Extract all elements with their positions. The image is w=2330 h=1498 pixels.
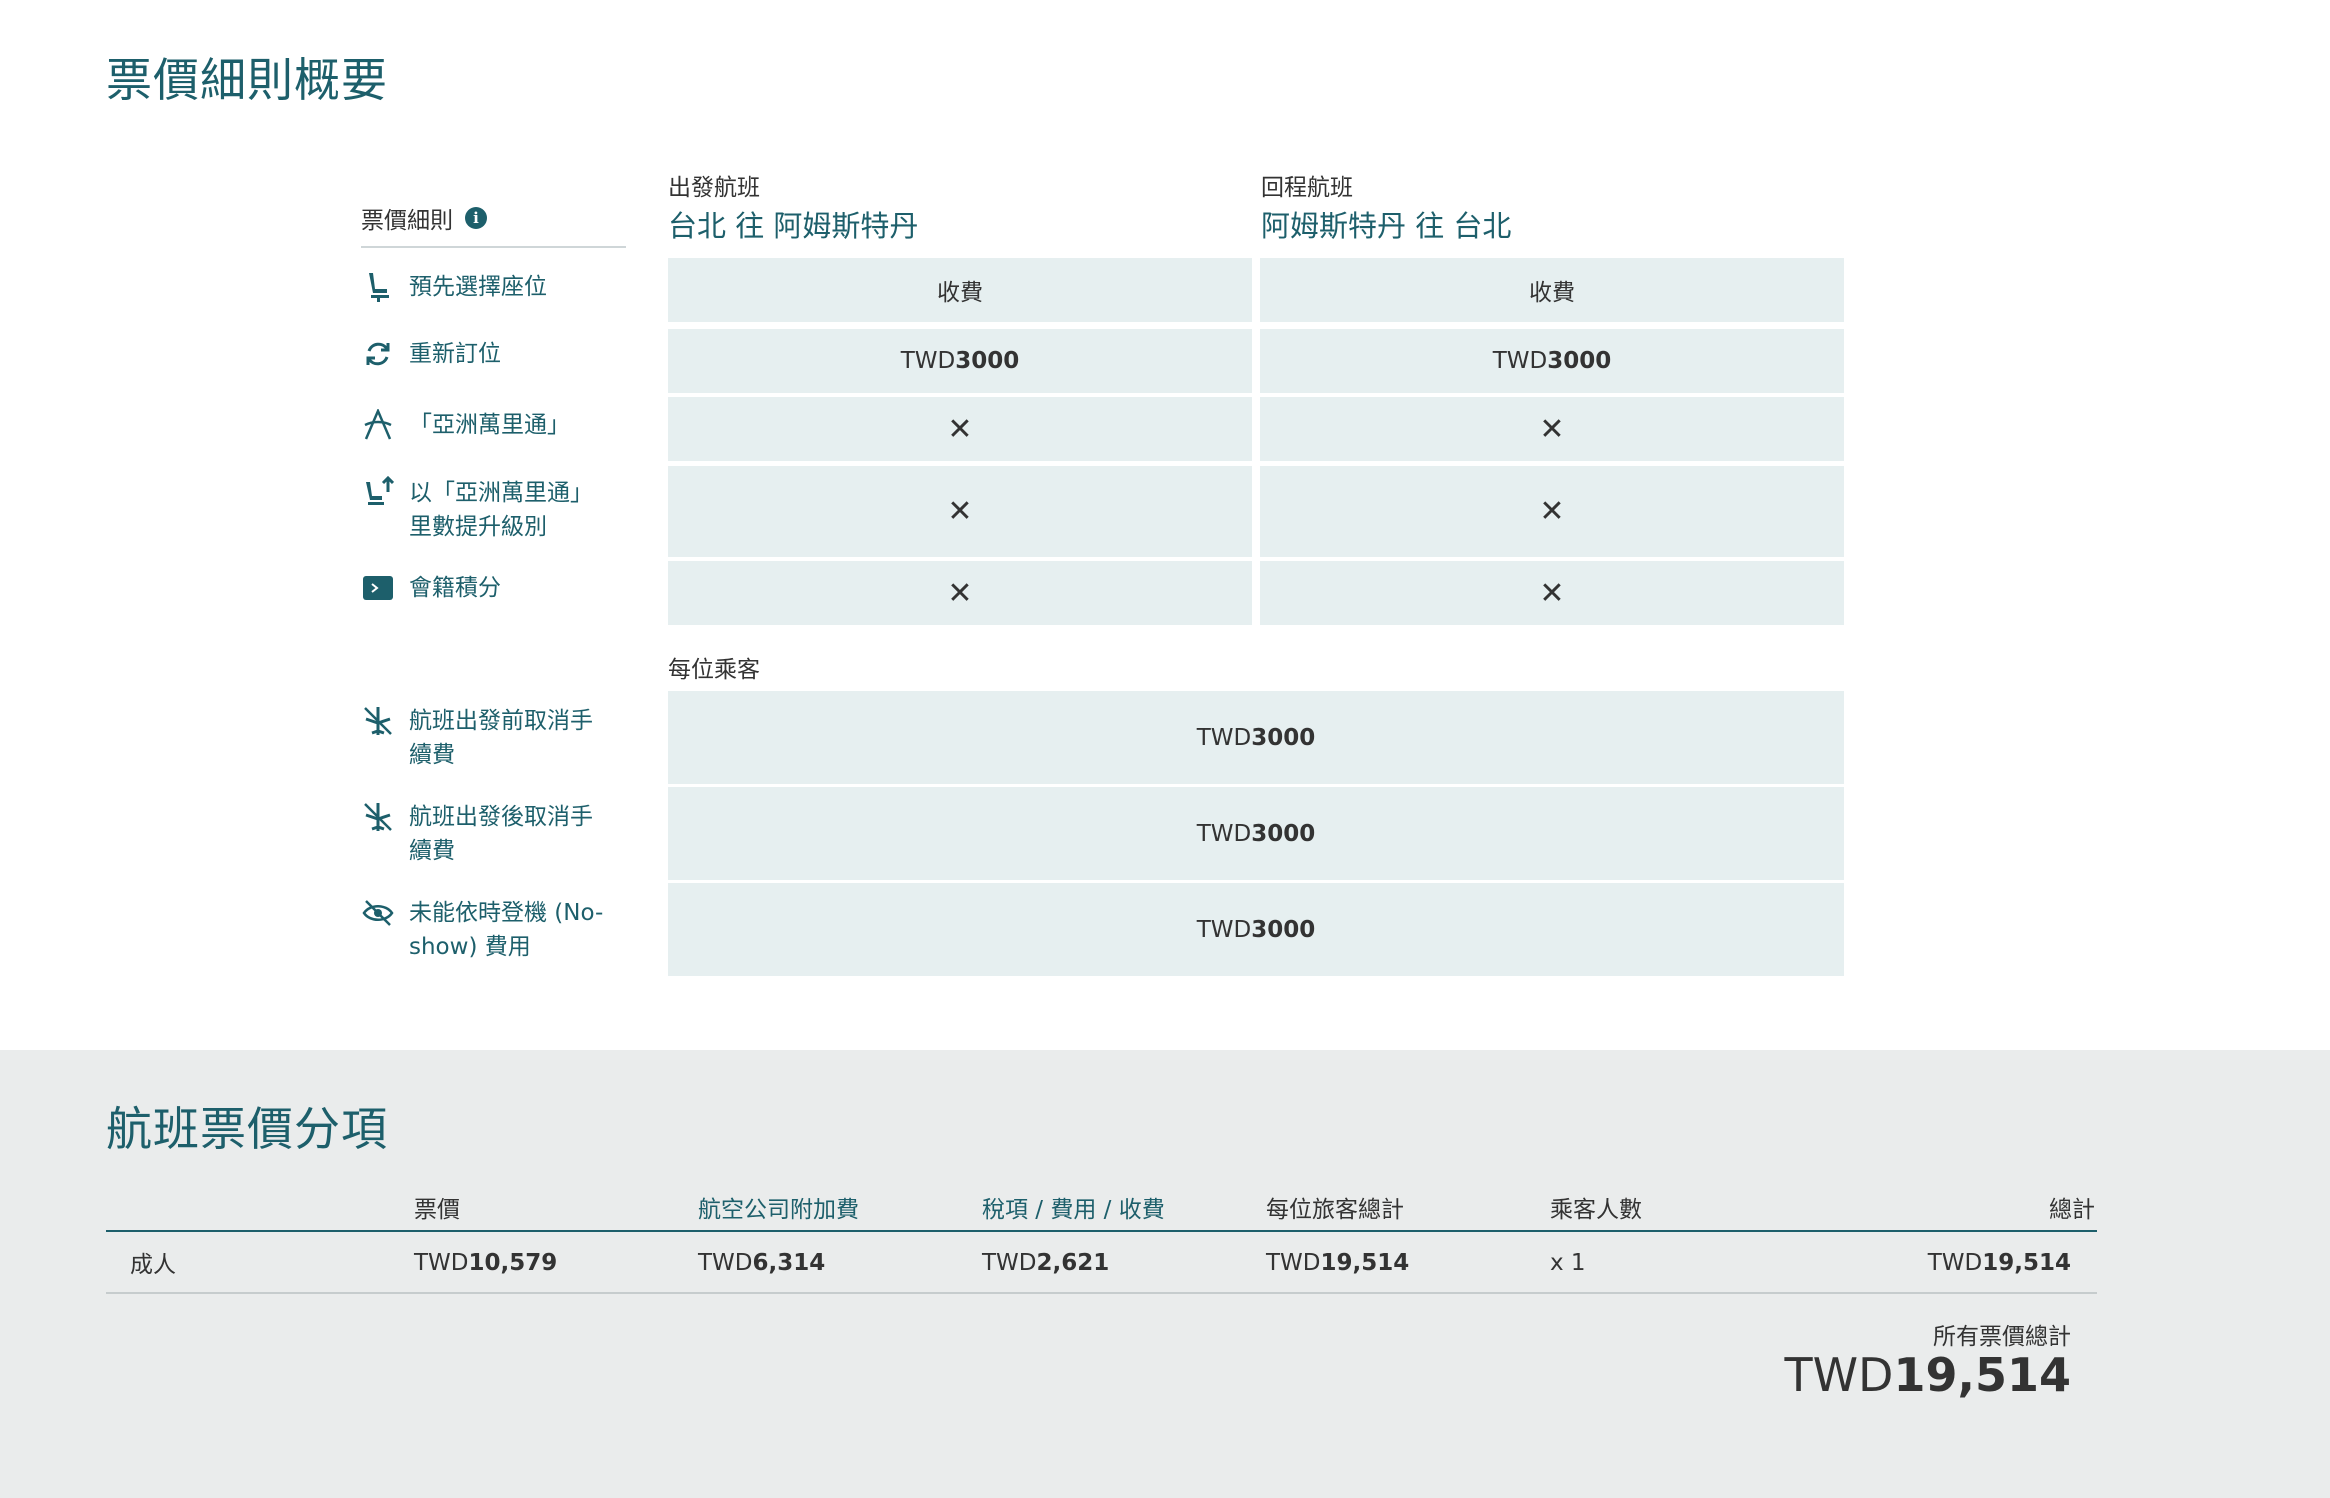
upgrade-seat-icon	[361, 476, 395, 510]
outbound-route: 台北 往 阿姆斯特丹	[668, 209, 919, 243]
fare-value: TWD10,579	[414, 1250, 558, 1276]
inbound-asia-miles-cell: ✕	[1260, 397, 1844, 461]
outbound-asia-miles-cell: ✕	[668, 397, 1252, 461]
col-passengers: 乘客人數	[1550, 1197, 1642, 1223]
fare-rules-label: 票價細則 i	[361, 201, 487, 235]
info-icon[interactable]: i	[465, 207, 487, 229]
grand-total-label: 所有票價總計	[1933, 1324, 2071, 1350]
inbound-club-points-cell: ✕	[1260, 561, 1844, 625]
rebook-icon	[361, 337, 395, 371]
grand-total-value: TWD19,514	[1784, 1348, 2071, 1402]
table-row-divider	[106, 1292, 2097, 1294]
rule-cancel-after: 航班出發後取消手續費	[361, 800, 614, 868]
outbound-club-points-cell: ✕	[668, 561, 1252, 625]
col-per-traveller: 每位旅客總計	[1266, 1197, 1404, 1223]
no-show-fee-cell: TWD 3000	[668, 883, 1844, 976]
summary-title: 票價細則概要	[106, 53, 388, 107]
cross-icon: ✕	[1539, 575, 1565, 611]
passenger-type: 成人	[130, 1252, 176, 1278]
cross-icon: ✕	[1539, 411, 1565, 447]
col-total: 總計	[2049, 1197, 2095, 1223]
col-fare: 票價	[414, 1197, 460, 1223]
surcharge-value: TWD6,314	[698, 1250, 826, 1276]
cross-icon: ✕	[1539, 494, 1565, 529]
club-points-icon	[361, 571, 395, 605]
inbound-route: 阿姆斯特丹 往 台北	[1261, 209, 1512, 243]
breakdown-title: 航班票價分項	[106, 1102, 388, 1156]
cancel-flight-icon	[361, 800, 395, 834]
outbound-upgrade-cell: ✕	[668, 466, 1252, 557]
asia-miles-icon	[361, 408, 395, 442]
rule-seat-selection: 預先選擇座位	[361, 270, 614, 304]
rule-cancel-before: 航班出發前取消手續費	[361, 704, 614, 772]
cross-icon: ✕	[947, 575, 973, 611]
taxes-value: TWD2,621	[982, 1250, 1110, 1276]
inbound-rebook-cell: TWD 3000	[1260, 329, 1844, 393]
rule-rebooking: 重新訂位	[361, 337, 614, 371]
inbound-heading: 回程航班	[1261, 175, 1353, 201]
rule-no-show: 未能依時登機 (No-show) 費用	[361, 896, 614, 964]
inbound-upgrade-cell: ✕	[1260, 466, 1844, 557]
col-taxes-link[interactable]: 稅項 / 費用 / 收費	[982, 1190, 1165, 1224]
cancel-after-fee-cell: TWD 3000	[668, 787, 1844, 880]
outbound-seat-cell: 收費	[668, 258, 1252, 322]
seat-icon	[361, 270, 395, 304]
cross-icon: ✕	[947, 494, 973, 529]
rule-club-points: 會籍積分	[361, 571, 614, 605]
row-total-value: TWD19,514	[1927, 1250, 2071, 1276]
cancel-before-fee-cell: TWD 3000	[668, 691, 1844, 784]
col-carrier-surcharge-link[interactable]: 航空公司附加費	[698, 1190, 859, 1224]
rule-asia-miles: 「亞洲萬里通」	[361, 408, 614, 442]
per-traveller-value: TWD19,514	[1266, 1250, 1410, 1276]
per-passenger-label: 每位乘客	[668, 657, 760, 683]
outbound-rebook-cell: TWD 3000	[668, 329, 1252, 393]
rule-miles-upgrade: 以「亞洲萬里通」里數提升級別	[361, 476, 614, 544]
table-header-divider	[106, 1230, 2097, 1232]
passenger-count: x 1	[1550, 1250, 1586, 1276]
no-show-icon	[361, 896, 395, 930]
inbound-seat-cell: 收費	[1260, 258, 1844, 322]
divider	[361, 246, 626, 248]
cancel-flight-icon	[361, 704, 395, 738]
cross-icon: ✕	[947, 411, 973, 447]
outbound-heading: 出發航班	[668, 175, 760, 201]
